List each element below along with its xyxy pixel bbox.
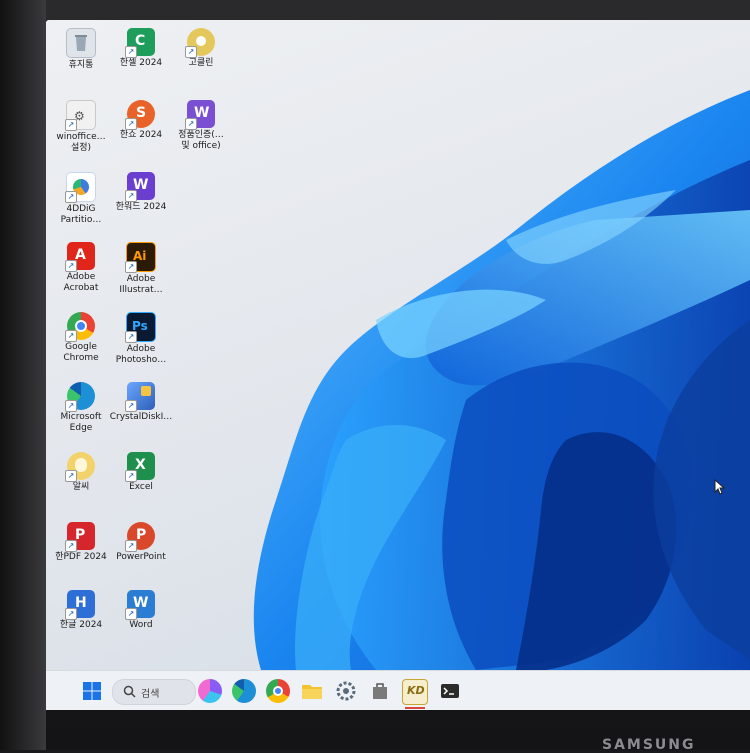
4ddig-icon: ↗ <box>65 172 96 203</box>
desktop-icon-goclean[interactable]: ↗ 고클린 <box>166 28 236 69</box>
taskbar-search-box[interactable]: 검색 <box>112 679 196 705</box>
desktop-icon-word[interactable]: W ↗ Word <box>106 590 176 631</box>
desktop-icon-hanword[interactable]: W ↗ 한워드 2024 <box>106 172 176 213</box>
store-bag-icon[interactable] <box>368 679 392 703</box>
chrome-icon[interactable] <box>266 679 290 703</box>
acrobat-icon: A ↗ <box>65 242 95 272</box>
goclean-icon: ↗ <box>185 28 215 58</box>
desktop-screen: 휴지통 C ↗ 한셀 2024 ↗ 고클린 ⚙ ↗ winoffice… 설정)… <box>46 20 750 710</box>
windows-start-icon[interactable] <box>80 679 104 703</box>
monitor-bezel-left <box>0 0 46 750</box>
desktop-icon-label: Adobe Illustrat… <box>119 274 163 295</box>
powerpoint-icon: P ↗ <box>125 522 155 552</box>
desktop-icon-label: 고클린 <box>188 58 214 68</box>
desktop-icon-crystaldisk[interactable]: ↗ CrystalDiskI… <box>106 382 176 423</box>
kd-app-label: KD <box>407 684 425 697</box>
taskbar: 검색 KD <box>46 670 750 710</box>
hangul-icon: H ↗ <box>65 590 95 620</box>
search-icon <box>123 685 136 698</box>
photoshop-icon: Ps ↗ <box>125 312 156 343</box>
search-label: 검색 <box>141 689 160 700</box>
crystaldisk-icon: ↗ <box>125 382 155 412</box>
hanpdf-icon: P ↗ <box>65 522 95 552</box>
desktop-icon-illustrator[interactable]: Ai ↗ Adobe Illustrat… <box>106 242 176 296</box>
desktop-icon-label: Adobe Photosho… <box>115 344 167 365</box>
desktop-icon-label: CrystalDiskI… <box>109 412 173 422</box>
edge-icon[interactable] <box>232 679 256 703</box>
desktop-icon-photoshop[interactable]: Ps ↗ Adobe Photosho… <box>106 312 176 366</box>
desktop-icon-label: PowerPoint <box>116 552 166 562</box>
activation-icon: W ↗ <box>185 100 215 130</box>
recycle-bin-icon <box>66 28 96 58</box>
mouse-cursor-icon <box>714 479 726 495</box>
edge-icon: ↗ <box>65 382 95 412</box>
settings-icon[interactable] <box>334 679 358 703</box>
excel-icon: X ↗ <box>125 452 155 482</box>
chrome-icon: ↗ <box>65 312 95 342</box>
word-icon: W ↗ <box>125 590 155 620</box>
file-explorer-icon[interactable] <box>300 679 324 703</box>
settings-shortcut-icon: ⚙ ↗ <box>65 100 96 131</box>
desktop-icon-powerpoint[interactable]: P ↗ PowerPoint <box>106 522 176 563</box>
desktop-icon-label: Word <box>129 620 153 630</box>
desktop-icon-excel[interactable]: X ↗ Excel <box>106 452 176 493</box>
alsee-icon: ↗ <box>65 452 95 482</box>
hanword-icon: W ↗ <box>125 172 155 202</box>
kd-app-icon[interactable]: KD <box>402 679 428 709</box>
monitor-brand-logo: SAMSUNG <box>602 737 696 753</box>
desktop-icon-activation[interactable]: W ↗ 정품인증(… 및 office) <box>166 100 236 152</box>
hancell-icon: C ↗ <box>125 28 155 58</box>
desktop-icon-label: Excel <box>129 482 153 492</box>
copilot-icon[interactable] <box>198 679 222 703</box>
desktop-icon-label: 한워드 2024 <box>115 202 167 212</box>
hanshow-icon: S ↗ <box>125 100 155 130</box>
terminal-icon[interactable] <box>438 679 462 703</box>
illustrator-icon: Ai ↗ <box>125 242 156 273</box>
desktop-icon-label: 정품인증(… 및 office) <box>178 130 224 151</box>
